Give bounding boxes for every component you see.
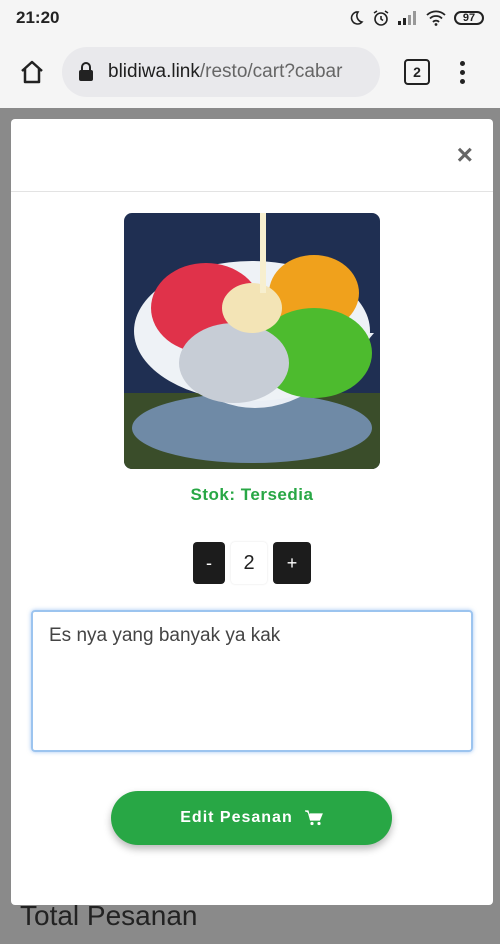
overflow-menu-icon[interactable]: [460, 60, 465, 84]
tab-switcher-button[interactable]: 2: [404, 59, 430, 85]
quantity-stepper: - 2 +: [193, 542, 311, 584]
product-image: [124, 213, 380, 469]
close-button[interactable]: ×: [457, 141, 473, 169]
increase-quantity-button[interactable]: +: [273, 542, 311, 584]
wifi-icon: [426, 10, 446, 26]
decrease-quantity-button[interactable]: -: [193, 542, 225, 584]
status-icons: 97: [348, 9, 484, 27]
url-domain: blidiwa.link: [108, 61, 200, 82]
address-bar[interactable]: blidiwa.link/resto/cart?cabar: [62, 47, 380, 97]
cart-icon: [304, 810, 323, 826]
moon-icon: [350, 11, 364, 25]
url-path: /resto/cart?cabar: [199, 61, 343, 82]
edit-order-label: Edit Pesanan: [180, 809, 293, 826]
edit-order-button[interactable]: Edit Pesanan: [111, 791, 392, 845]
home-button[interactable]: [14, 54, 50, 90]
modal-header: ×: [11, 119, 493, 192]
status-bar: 21:20 97: [0, 0, 500, 36]
clock: 21:20: [16, 8, 60, 27]
order-note-textarea[interactable]: Es nya yang banyak ya kak: [31, 610, 473, 752]
signal-icon: [398, 11, 416, 25]
quantity-value[interactable]: 2: [231, 542, 267, 584]
lock-icon: [78, 62, 94, 82]
alarm-icon: [373, 10, 389, 26]
home-icon: [21, 60, 43, 84]
battery-icon: 97: [454, 11, 484, 25]
browser-toolbar: blidiwa.link/resto/cart?cabar 2: [0, 36, 500, 108]
product-modal: × Stok: Tersedia - 2 + Es nya yang banya…: [11, 119, 493, 905]
stock-status: Stok: Tersedia: [190, 485, 314, 504]
